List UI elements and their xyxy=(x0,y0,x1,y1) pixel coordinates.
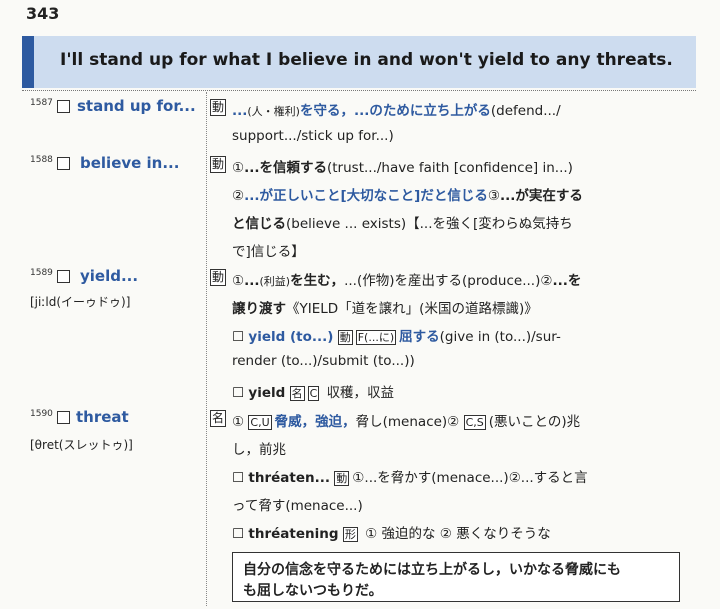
def-text: って脅す(menace...) xyxy=(232,498,363,514)
square-icon: ☐ xyxy=(232,470,245,486)
def-text: 脅威，強迫， xyxy=(274,414,356,430)
derivative-label: thréaten... xyxy=(248,470,330,486)
pos-tag: 動 xyxy=(210,156,227,173)
def-text: ...が正しいこと[大切なこと]だと信じる xyxy=(244,188,488,204)
def-text: ② xyxy=(540,273,553,289)
derivative-label: yield (to...) xyxy=(248,329,334,345)
definition-line: ① C,U 脅威，強迫，脅し(menace)② C,S (悪いことの)兆 xyxy=(232,410,580,430)
checkbox[interactable] xyxy=(57,411,70,424)
derivative-threatening: ☐ thréatening 形 ① 強迫的な ② 悪くなりそうな xyxy=(232,522,551,542)
headword: yield... xyxy=(80,267,139,285)
pos-tag: 動 xyxy=(337,330,353,345)
square-icon: ☐ xyxy=(232,329,245,345)
def-text: を守る，...のために立ち上がる xyxy=(299,103,491,119)
definition-line: って脅す(menace...) xyxy=(232,494,363,514)
translation-line: も屈しないつもりだ。 xyxy=(243,583,383,599)
def-text: と信じる xyxy=(232,216,286,232)
checkbox[interactable] xyxy=(57,100,70,113)
square-icon: ☐ xyxy=(232,526,245,542)
square-icon: ☐ xyxy=(232,385,245,401)
def-text: ...(作物)を産出する(produce...) xyxy=(344,273,541,289)
def-text: ① xyxy=(232,273,245,289)
def-text: 譲り渡す xyxy=(232,301,286,317)
def-text: ①...を脅かす(menace...)②...すると言 xyxy=(352,470,588,486)
translation-box: 自分の信念を守るためには立ち上がるし，いかなる脅威にも も屈しないつもりだ。 xyxy=(232,552,680,602)
def-text: し，前兆 xyxy=(232,442,286,458)
divider xyxy=(22,90,696,91)
entry-number: 1587 xyxy=(30,98,53,108)
derivative-yield-to: ☐ yield (to...) 動 F(...に) 屈する(give in (to.… xyxy=(232,325,561,345)
def-text: ① xyxy=(232,414,245,430)
definition-line: render (to...)/submit (to...)) xyxy=(232,353,415,369)
def-text: ① 強迫的な ② 悪くなりそうな xyxy=(365,526,551,542)
def-text: (利益) xyxy=(259,275,291,288)
headword: stand up for... xyxy=(77,97,196,115)
derivative-meaning: 屈する xyxy=(399,329,440,345)
derivative-threaten: ☐ thréaten... 動 ①...を脅かす(menace...)②...する… xyxy=(232,466,588,486)
def-text: ...を xyxy=(552,273,582,289)
headword: believe in... xyxy=(80,154,180,172)
definition-line: し，前兆 xyxy=(232,438,286,458)
definition-line: ②...が正しいこと[大切なこと]だと信じる③...が実在する xyxy=(232,184,583,204)
def-text: support.../stick up for...) xyxy=(232,128,394,144)
derivative-label: yield xyxy=(248,385,286,401)
pos-tag: 動 xyxy=(210,99,227,116)
def-text: (人・権利) xyxy=(247,105,300,118)
definition-line: support.../stick up for...) xyxy=(232,128,394,144)
def-text: 【...を強く[変わらぬ気持ち xyxy=(406,216,573,232)
pronunciation: [θret(スレットゥ)] xyxy=(30,438,133,452)
derivative-label: thréatening xyxy=(248,526,339,542)
entry-number: 1588 xyxy=(30,155,53,165)
entry-number: 1590 xyxy=(30,409,53,419)
def-text: ... xyxy=(232,103,248,119)
usage-tag: C,U xyxy=(248,415,272,430)
def-text: ① xyxy=(232,160,245,176)
pos-tag: 動 xyxy=(334,471,350,486)
def-text: ...を信頼する xyxy=(244,160,327,176)
page-number: 343 xyxy=(26,4,60,23)
headword: threat xyxy=(76,408,129,426)
def-text: (悪いことの)兆 xyxy=(488,414,581,430)
def-text: ③ xyxy=(487,188,500,204)
usage-tag: C xyxy=(307,386,320,401)
def-text: ... xyxy=(244,273,260,289)
example-sentence-banner: I'll stand up for what I believe in and … xyxy=(22,36,696,88)
def-text: を生む， xyxy=(290,273,345,289)
def-text: 脅し(menace)② xyxy=(355,414,460,430)
translation-line: 自分の信念を守るためには立ち上がるし，いかなる脅威にも xyxy=(243,562,621,578)
def-text: で]信じる】 xyxy=(232,244,305,260)
checkbox[interactable] xyxy=(57,270,70,283)
definition-line: で]信じる】 xyxy=(232,240,305,260)
pos-tag: 形 xyxy=(342,527,358,542)
pronunciation: [jiːld(イーゥドゥ)] xyxy=(30,295,131,309)
checkbox[interactable] xyxy=(57,157,70,170)
pos-tag: 名 xyxy=(289,386,305,401)
usage-tag: C,S xyxy=(463,415,486,430)
def-text: render (to...)/submit (to...)) xyxy=(232,353,415,369)
def-text: (trust.../have faith [confidence] in...) xyxy=(327,160,573,176)
definition-line: ①...を信頼する(trust.../have faith [confidenc… xyxy=(232,156,573,176)
derivative-yield-noun: ☐ yield 名C 収穫，収益 xyxy=(232,381,394,401)
definition-line: ①...(利益)を生む，...(作物)を産出する(produce...)②...… xyxy=(232,269,581,289)
column-divider xyxy=(206,92,207,606)
def-text: 《YIELD「道を譲れ」(米国の道路標識)》 xyxy=(286,301,538,317)
definition-line: 譲り渡す《YIELD「道を譲れ」(米国の道路標識)》 xyxy=(232,297,538,317)
pos-tag: 動 xyxy=(210,269,227,286)
def-text: (give in (to...)/sur- xyxy=(439,329,561,345)
def-text: ...が実在する xyxy=(499,188,583,204)
def-text: 収穫，収益 xyxy=(326,385,395,401)
definition-line: と信じる(believe ... exists)【...を強く[変わらぬ気持ち xyxy=(232,212,573,232)
usage-tag: F(...に) xyxy=(355,330,397,345)
def-text: (believe ... exists) xyxy=(286,216,407,232)
def-text: (defend.../ xyxy=(490,103,561,119)
entry-number: 1589 xyxy=(30,268,53,278)
example-sentence: I'll stand up for what I believe in and … xyxy=(60,50,673,70)
def-text: ② xyxy=(232,188,245,204)
pos-tag: 名 xyxy=(210,410,227,427)
definition-line: ...(人・権利)を守る，...のために立ち上がる(defend.../ xyxy=(232,99,561,119)
